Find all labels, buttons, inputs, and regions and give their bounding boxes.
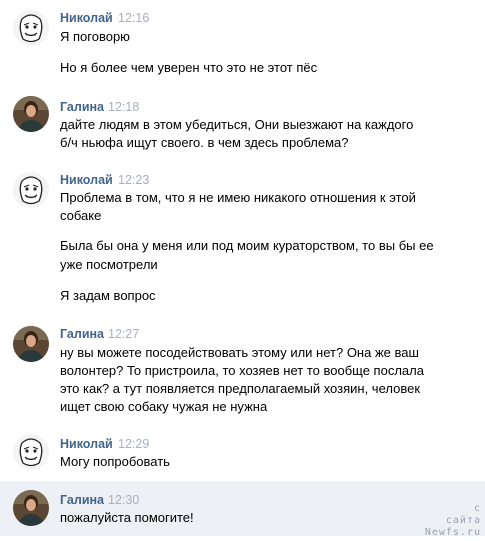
message-time[interactable]: 12:29 (118, 436, 149, 452)
message-group-highlighted: Галина 12:30 пожалуйста помогите! (0, 481, 485, 536)
user-photo-avatar-icon (13, 490, 49, 526)
message-group: Николай 12:16 Я поговорю Но я более чем … (0, 0, 485, 90)
message-group: Галина 12:27 ну вы можете посодействоват… (0, 320, 485, 430)
message-author[interactable]: Галина (60, 492, 104, 508)
message-text: б/ч ньюфа ищут своего. в чем здесь пробл… (60, 135, 349, 150)
message-time[interactable]: 12:23 (118, 172, 149, 188)
trollface-avatar-icon (13, 434, 49, 470)
message-text: волонтер? То пристроила, то хозяев нет т… (60, 363, 424, 378)
message-text: это как? а тут появляется предполагаемый… (60, 381, 421, 396)
message-group: Галина 12:18 дайте людям в этом убедитьс… (0, 90, 485, 170)
watermark: с сайта Newfs.ru (425, 503, 481, 539)
message-text: Я поговорю (60, 29, 130, 44)
message-author[interactable]: Николай (60, 10, 113, 26)
message-time[interactable]: 12:18 (108, 99, 139, 115)
message-text: уже посмотрели (60, 257, 158, 272)
message-text: Я задам вопрос (60, 288, 156, 303)
message-text: дайте людям в этом убедиться, Они выезжа… (60, 117, 414, 132)
user-photo-avatar-icon (13, 96, 49, 132)
avatar[interactable] (13, 172, 49, 208)
message-text: пожалуйста помогите! (60, 510, 194, 525)
message-text: Могу попробовать (60, 454, 170, 469)
message-text: Но я более чем уверен что это не этот пё… (60, 60, 318, 75)
avatar[interactable] (13, 326, 49, 362)
message-text: ищет свою собаку чужая не нужна (60, 399, 268, 414)
message-text: Была бы она у меня или под моим кураторс… (60, 238, 434, 253)
message-time[interactable]: 12:16 (118, 10, 149, 26)
avatar[interactable] (13, 490, 49, 526)
watermark-line: сайта (445, 515, 481, 526)
message-group: Николай 12:29 Могу попробовать (0, 430, 485, 480)
message-author[interactable]: Николай (60, 172, 113, 188)
trollface-avatar-icon (13, 172, 49, 208)
avatar[interactable] (13, 10, 49, 46)
message-group: Николай 12:23 Проблема в том, что я не и… (0, 170, 485, 320)
trollface-avatar-icon (13, 10, 49, 46)
message-text: Проблема в том, что я не имею никакого о… (60, 190, 416, 205)
chat-history: Николай 12:16 Я поговорю Но я более чем … (0, 0, 485, 541)
message-author[interactable]: Галина (60, 99, 104, 115)
avatar[interactable] (13, 96, 49, 132)
message-author[interactable]: Галина (60, 326, 104, 342)
message-author[interactable]: Николай (60, 436, 113, 452)
message-time[interactable]: 12:27 (108, 326, 139, 342)
message-text: ну вы можете посодействовать этому или н… (60, 345, 419, 360)
user-photo-avatar-icon (13, 326, 49, 362)
watermark-line: Newfs.ru (424, 527, 481, 538)
watermark-line: с (473, 503, 481, 514)
avatar[interactable] (13, 434, 49, 470)
message-text: собаке (60, 208, 102, 223)
message-time[interactable]: 12:30 (108, 492, 139, 508)
